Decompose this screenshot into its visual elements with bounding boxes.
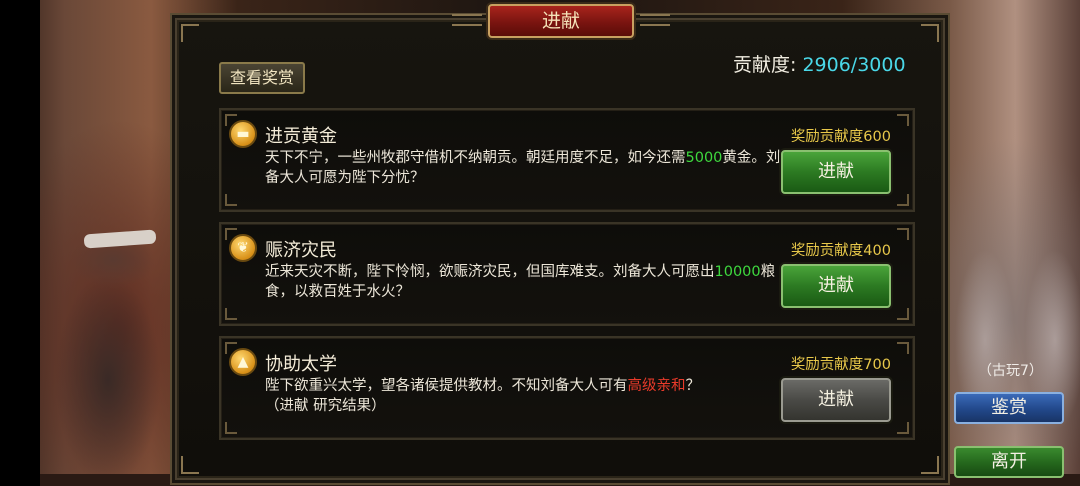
- title-ornament-left: [452, 14, 482, 26]
- desc-text: 天下不宁，一些州牧郡守借机不纳朝贡。朝廷用度不足，如今还需: [265, 150, 686, 166]
- desc-highlight: 10000: [714, 264, 761, 280]
- task-description: 近来天灾不断，陛下怜悯，欲赈济灾民，但国库难支。刘备大人可愿出10000粮食，以…: [265, 262, 785, 302]
- contribution-display: 贡献度: 2906/3000: [733, 50, 923, 78]
- leave-button[interactable]: 离开: [954, 446, 1064, 478]
- card-corner: [897, 342, 909, 354]
- panel-corner: [921, 24, 939, 42]
- desc-highlight: 5000: [685, 150, 723, 166]
- left-letterbox: [0, 0, 40, 486]
- task-card-academy: ▲ 协助太学 陛下欲重兴太学，望各诸侯提供教材。不知刘备大人可有高级亲和？ （进献…: [219, 336, 915, 440]
- antique-count: （古玩7）: [978, 363, 1043, 379]
- title-ornament-right: [640, 14, 670, 26]
- task-description: 陛下欲重兴太学，望各诸侯提供教材。不知刘备大人可有高级亲和？ （进献 研究结果）: [265, 376, 785, 416]
- panel-title: 进献: [488, 4, 634, 38]
- card-corner: [225, 422, 237, 434]
- panel-corner: [181, 24, 199, 42]
- view-rewards-button[interactable]: 查看奖赏: [219, 62, 305, 94]
- card-corner: [897, 308, 909, 320]
- desc-requirement: （进献 研究结果）: [265, 398, 386, 414]
- panel-corner: [181, 456, 199, 474]
- task-card-relief: ❦ 赈济灾民 近来天灾不断，陛下怜悯，欲赈济灾民，但国库难支。刘备大人可愿出10…: [219, 222, 915, 326]
- card-corner: [897, 422, 909, 434]
- desc-text: 近来天灾不断，陛下怜悯，欲赈济灾民，但国库难支。刘备大人可愿出: [265, 264, 715, 280]
- offer-button-disabled[interactable]: 进献: [781, 378, 891, 422]
- grain-icon: ❦: [229, 234, 257, 262]
- desc-text: 陛下欲重兴太学，望各诸侯提供教材。不知刘备大人可有: [265, 378, 628, 394]
- officials-portrait-right: [945, 190, 1080, 480]
- appreciate-button[interactable]: 鉴赏: [954, 392, 1064, 424]
- contribution-value: 2906/3000: [802, 54, 906, 76]
- task-title: 赈济灾民: [265, 240, 337, 261]
- task-title: 进贡黄金: [265, 126, 337, 147]
- offer-button[interactable]: 进献: [781, 264, 891, 308]
- offer-button[interactable]: 进献: [781, 150, 891, 194]
- card-corner: [225, 194, 237, 206]
- desc-text: ？: [685, 378, 701, 394]
- panel-corner: [921, 456, 939, 474]
- desc-highlight: 高级亲和: [627, 378, 686, 394]
- card-corner: [897, 228, 909, 240]
- card-corner: [897, 194, 909, 206]
- contribution-label: 贡献度:: [733, 54, 797, 76]
- card-corner: [897, 114, 909, 126]
- card-corner: [225, 308, 237, 320]
- task-card-gold: ▬ 进贡黄金 天下不宁，一些州牧郡守借机不纳朝贡。朝廷用度不足，如今还需5000…: [219, 108, 915, 212]
- task-reward: 奖励贡献度400: [790, 243, 891, 259]
- task-reward: 奖励贡献度700: [790, 357, 891, 373]
- scholar-icon: ▲: [229, 348, 257, 376]
- task-title: 协助太学: [265, 354, 337, 375]
- task-description: 天下不宁，一些州牧郡守借机不纳朝贡。朝廷用度不足，如今还需5000黄金。刘备大人…: [265, 148, 785, 188]
- task-reward: 奖励贡献度600: [790, 129, 891, 145]
- gold-ingot-icon: ▬: [229, 120, 257, 148]
